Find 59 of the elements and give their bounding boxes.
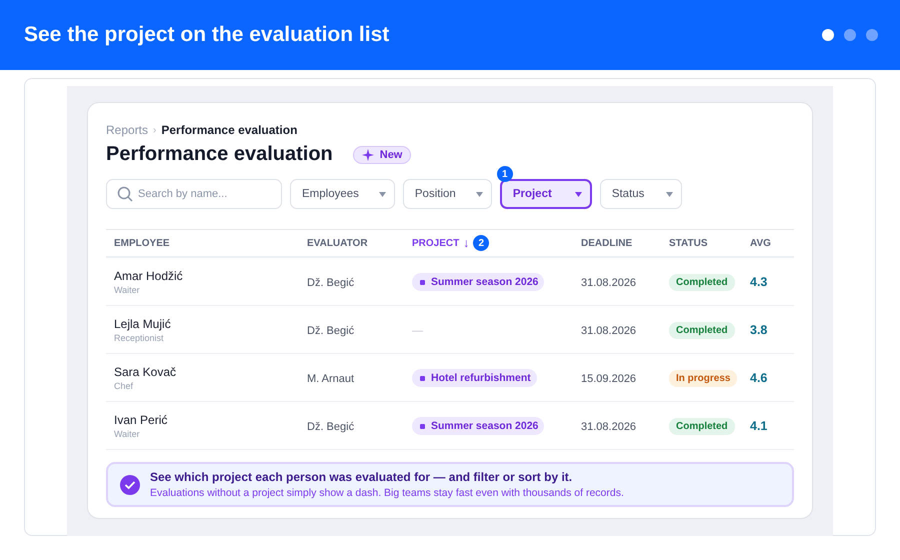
check-icon (120, 474, 140, 494)
status-badge: Completed (669, 322, 735, 339)
column-header[interactable]: AVG (750, 238, 771, 248)
column-header[interactable]: EMPLOYEE (114, 238, 170, 248)
employee-name: Ivan Perić (114, 412, 168, 426)
evaluator-cell: Dž. Begić (307, 420, 354, 432)
new-label: New (380, 148, 402, 160)
page-title: Performance evaluation (106, 143, 333, 166)
status-badge: Completed (669, 418, 735, 435)
step-badge: 1 (496, 166, 513, 182)
filter-dropdown[interactable]: Project (500, 179, 592, 209)
employee-position: Waiter (114, 284, 141, 294)
filter-dropdown[interactable]: Position (402, 179, 492, 209)
deadline-cell: 31.08.2026 (581, 324, 636, 336)
breadcrumb-link[interactable]: Reports (106, 123, 148, 137)
caret-icon (666, 192, 673, 196)
employee-name: Sara Kovač (114, 364, 178, 378)
column-header[interactable]: EVALUATOR (307, 238, 368, 248)
pager-dot[interactable] (822, 29, 834, 41)
pager-dot[interactable] (866, 29, 878, 41)
sort-arrow[interactable]: ↓ (463, 236, 470, 250)
deadline-cell: 31.08.2026 (581, 276, 636, 288)
search-field[interactable]: Search by name... (106, 179, 282, 209)
column-header[interactable]: DEADLINE (581, 238, 632, 248)
caret-icon (476, 192, 483, 196)
average-score: 3.8 (750, 322, 768, 336)
project-tag: Summer season 2026 (412, 273, 544, 292)
header-title: See the project on the evaluation list (24, 23, 390, 47)
step-badge: 2 (473, 235, 490, 251)
pager-dot[interactable] (844, 29, 856, 41)
project-tag: Summer season 2026 (412, 417, 544, 436)
breadcrumb-separator: › (153, 124, 156, 136)
deadline-cell: 15.09.2026 (581, 372, 636, 384)
evaluator-cell: Dž. Begić (307, 276, 354, 288)
average-score: 4.1 (750, 418, 768, 432)
average-score: 4.3 (750, 274, 768, 288)
filter-dropdown[interactable]: Status (600, 179, 682, 209)
evaluator-cell: M. Arnaut (307, 372, 354, 384)
average-score: 4.6 (750, 370, 768, 384)
deadline-cell: 31.08.2026 (581, 420, 636, 432)
sparkle-icon (362, 148, 374, 160)
callout-text: Evaluations without a project simply show a dash. Big teams stay fast even with thousands of records. (150, 487, 624, 499)
filter-dropdown[interactable]: Employees (290, 179, 395, 209)
empty-project: — (412, 324, 423, 336)
caret-icon (378, 192, 386, 196)
callout-title: See which project each person was evaluated for — and filter or sort by it. (150, 470, 574, 484)
employee-name: Lejla Mujić (114, 316, 172, 330)
employee-position: Chef (114, 380, 134, 390)
status-badge: Completed (669, 274, 735, 291)
status-badge: In progress (669, 370, 738, 387)
employee-position: Receptionist (114, 332, 165, 342)
breadcrumb-current: Performance evaluation (161, 123, 298, 137)
evaluator-cell: Dž. Begić (307, 324, 354, 336)
employee-name: Amar Hodžić (114, 268, 184, 282)
column-header[interactable]: STATUS (669, 238, 708, 248)
employee-position: Waiter (114, 428, 141, 438)
caret-icon (574, 192, 582, 196)
column-header[interactable]: PROJECT (412, 238, 460, 248)
project-tag: Hotel refurbishment (412, 369, 537, 388)
